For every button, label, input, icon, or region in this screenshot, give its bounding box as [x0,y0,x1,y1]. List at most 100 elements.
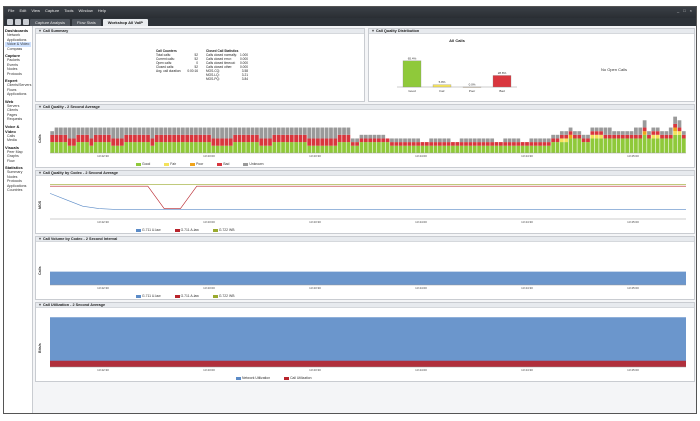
collapse-icon[interactable]: ▾ [39,303,41,307]
legend-item[interactable]: G.711 U-law [136,228,161,232]
collapse-icon[interactable]: ▾ [39,29,41,33]
bar [390,142,394,146]
legend-item[interactable]: Bad [217,162,229,166]
collapse-icon[interactable]: ▾ [372,29,374,33]
bar [599,138,603,153]
bar [350,145,355,153]
tick-label: 13:44:30 [521,368,533,372]
bar [237,134,242,143]
bar [237,142,242,153]
bar [80,127,85,135]
series-area [50,271,686,285]
sidebar-item[interactable]: Protocols [5,72,31,77]
sidebar-item[interactable]: Applications [5,92,31,97]
maximize-button[interactable]: □ [683,8,685,13]
legend-item[interactable]: G.711 U-law [136,294,161,298]
bar [503,142,508,146]
sidebar-item[interactable]: Voice & Video [5,42,31,47]
menu-help[interactable]: Help [98,8,106,13]
bar [420,142,425,146]
call-quality-by-codec-panel: ▾ Call Quality by Codec - 2 Second Averag… [35,170,695,234]
data-label: 65.4% [408,56,417,60]
bar [490,138,495,143]
bar [673,134,677,153]
bar [577,138,582,153]
bar [250,127,255,135]
sidebar-group: Voice & Video Calls Media [5,124,31,143]
tab-capture-analysis[interactable]: Capture Analysis [30,19,71,26]
collapse-icon[interactable]: ▾ [39,237,41,241]
bar [163,142,168,153]
sidebar-item[interactable]: Compass [5,47,31,52]
tick-label: 13:44:00 [415,368,427,372]
collapse-icon[interactable]: ▾ [39,171,41,175]
call-quality-title-text: Call Quality - 2 Second Average [42,105,100,109]
tick-label: 13:42:30 [97,286,109,290]
legend-swatch [212,228,218,232]
bar [612,138,617,153]
sidebar-item[interactable]: Flow [5,159,31,164]
bar [72,127,76,139]
menu-view[interactable]: View [31,8,40,13]
menu-file[interactable]: File [8,8,14,13]
bar [63,127,68,135]
open-icon[interactable] [15,19,21,25]
bar [50,131,55,135]
bar [564,138,569,143]
legend-item[interactable]: Call Utilization [284,376,312,380]
collapse-icon[interactable]: ▾ [39,105,41,109]
bar [281,142,285,153]
legend-item[interactable]: Good [136,162,150,166]
bar [189,127,194,135]
bar [159,142,163,153]
legend-item[interactable]: G.722 WB [212,294,234,298]
menu-tools[interactable]: Tools [64,8,73,13]
legend-item[interactable]: Unknown [243,162,264,166]
bar [642,134,647,153]
bar [424,145,429,153]
bar [381,134,386,139]
bar [668,134,673,139]
bar [342,142,346,153]
bar [137,127,142,135]
bar [555,142,560,153]
bar [590,131,595,135]
data-label: 0.0% [469,83,476,87]
legend-item[interactable]: G.722 WB [212,228,234,232]
series-line [50,185,686,209]
legend-item[interactable]: Network Utilization [236,376,270,380]
sidebar-item[interactable]: Countries [5,188,31,193]
save-icon[interactable] [23,19,29,25]
chart-title: All Calls [449,38,466,43]
legend-item[interactable]: G.711 A-law [174,294,199,298]
bar [442,138,447,143]
bar [525,145,529,153]
bar [137,142,142,153]
tab-workshop-all-voip[interactable]: Workshop All VoIP [102,19,148,26]
bar [294,134,299,143]
minimize-button[interactable]: _ [677,8,679,13]
legend-label: G.711 U-law [142,294,161,298]
legend-item[interactable]: Fair [164,162,176,166]
bar [616,138,621,153]
sidebar-item[interactable]: Clients/Servers [5,83,31,88]
tab-flow-stats[interactable]: Flow Stats [72,19,101,26]
bar [119,127,124,139]
legend-item[interactable]: G.711 A-law [174,228,199,232]
codec-volume-legend: G.711 U-law G.711 A-law G.722 WB [136,294,234,298]
close-button[interactable]: × [690,8,692,13]
menu-window[interactable]: Window [79,8,93,13]
bar [416,138,420,143]
bar [634,138,638,153]
bar [324,145,329,153]
menu-capture[interactable]: Capture [45,8,59,13]
bar [298,127,303,135]
menu-edit[interactable]: Edit [19,8,26,13]
bar [411,145,416,153]
codec-quality-chart: 13:42:30 13:43:00 13:43:30 13:44:00 13:44:30… [49,184,686,224]
new-icon[interactable] [7,19,13,25]
legend-item[interactable]: Poor [190,162,203,166]
bar [377,134,381,139]
sidebar-item[interactable]: Requests [5,117,31,122]
sidebar-item[interactable]: Media [5,138,31,143]
